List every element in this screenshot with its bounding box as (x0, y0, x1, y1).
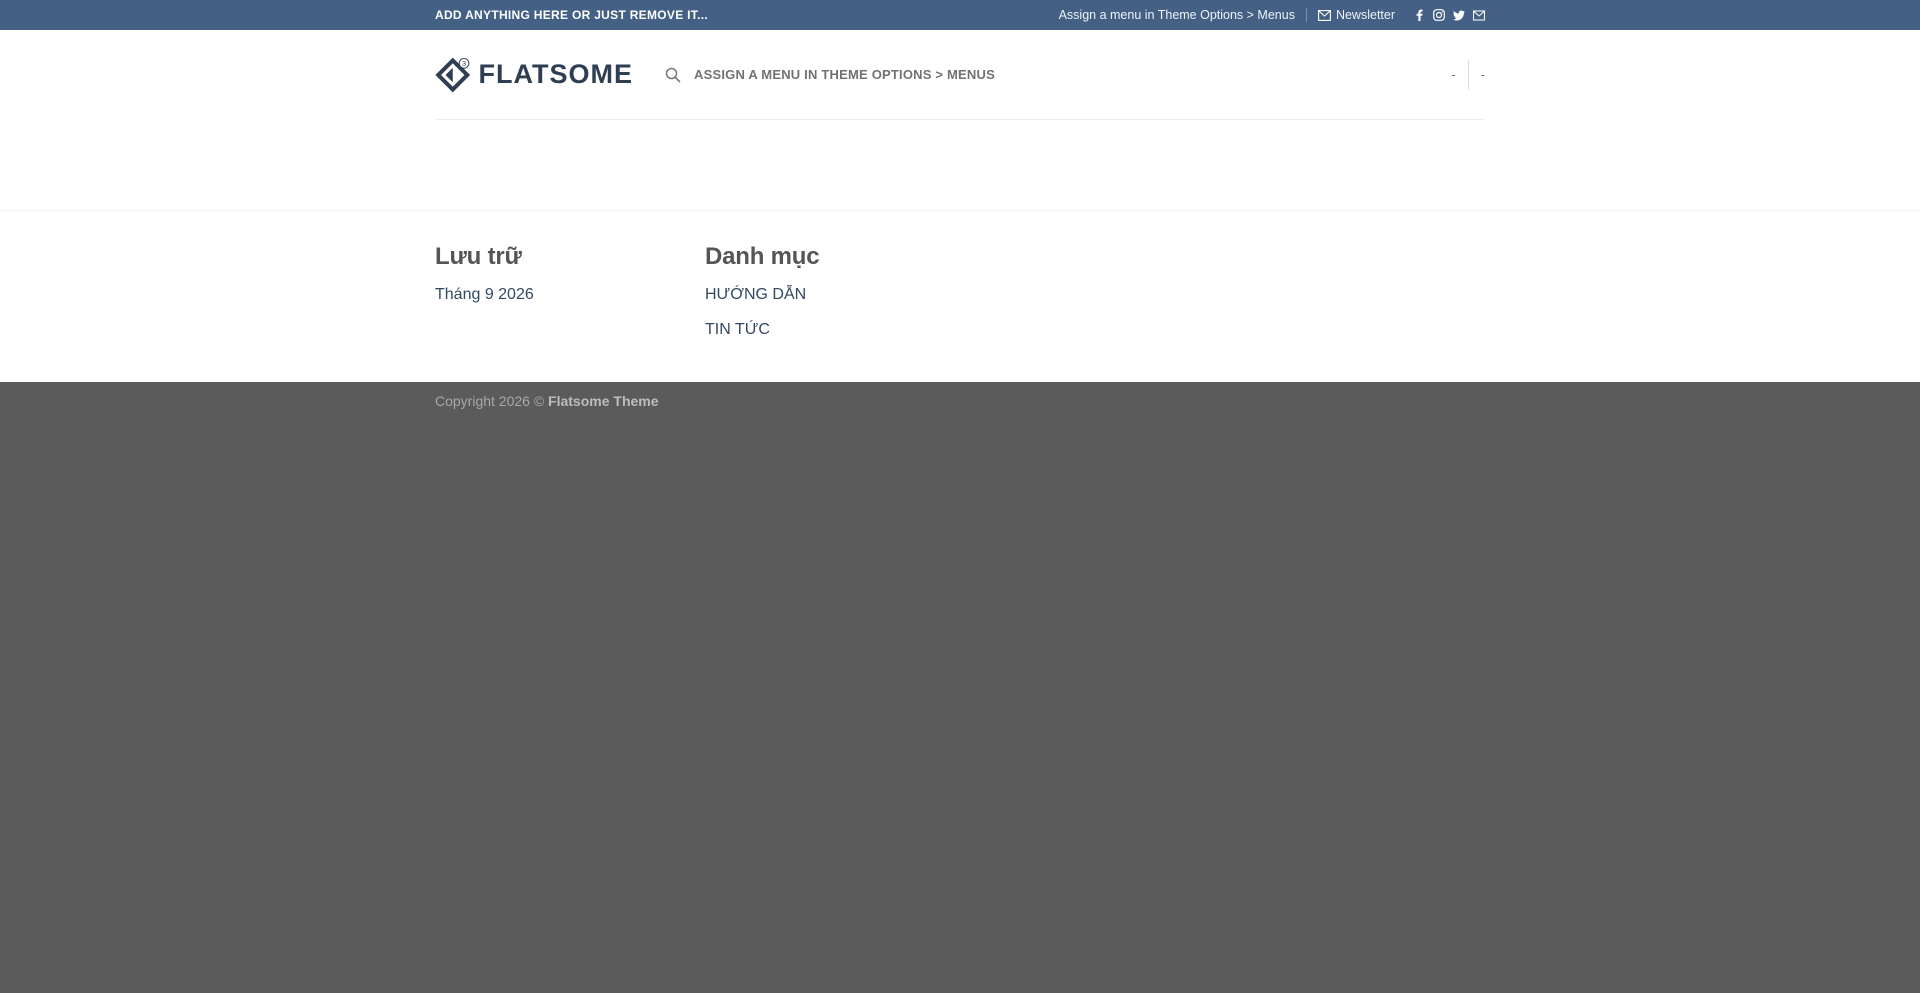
top-menu-link[interactable]: Assign a menu in Theme Options > Menus (1059, 8, 1295, 22)
header-right-item-2[interactable]: - (1469, 67, 1485, 82)
archive-link[interactable]: Tháng 9 2026 (435, 285, 534, 320)
top-divider (1305, 8, 1307, 22)
archive-title: Lưu trữ (435, 243, 522, 270)
site-header: 3 FLATSOME ASSIGN A MENU IN THEME OPTION… (0, 30, 1920, 210)
email-icon[interactable] (1473, 9, 1485, 21)
main-nav-item[interactable]: ASSIGN A MENU IN THEME OPTIONS > MENUS (694, 67, 995, 82)
category-widget: Danh mục HƯỚNG DẪN TIN TỨC (705, 211, 820, 355)
logo-text: FLATSOME (478, 59, 633, 89)
envelope-icon (1318, 9, 1331, 21)
instagram-icon[interactable] (1433, 9, 1445, 21)
category-link-guides[interactable]: HƯỚNG DẪN (705, 285, 819, 320)
newsletter-label: Newsletter (1335, 8, 1395, 22)
newsletter-link[interactable]: Newsletter (1318, 8, 1395, 22)
header-right-nav: - - (1439, 59, 1485, 90)
category-title: Danh mục (705, 243, 820, 270)
twitter-icon[interactable] (1453, 9, 1465, 21)
copyright-brand-link[interactable]: Flatsome Theme (548, 393, 658, 409)
archive-widget: Lưu trữ Tháng 9 2026 (435, 211, 534, 320)
search-icon[interactable] (665, 67, 681, 83)
top-bar-right: Assign a menu in Theme Options > Menus N… (1059, 8, 1485, 22)
category-link-news[interactable]: TIN TỨC (705, 320, 819, 355)
svg-text:3: 3 (462, 59, 466, 68)
site-logo[interactable]: 3 FLATSOME (435, 53, 633, 97)
facebook-icon[interactable] (1413, 9, 1425, 21)
copyright-prefix: Copyright 2026 © (435, 393, 545, 409)
top-bar-message: ADD ANYTHING HERE OR JUST REMOVE IT... (435, 8, 708, 22)
social-icons (1413, 9, 1485, 21)
flatsome-logo-mark: 3 (435, 57, 471, 92)
copyright-text: Copyright 2026 © Flatsome Theme (435, 393, 1485, 409)
footer-widgets: Lưu trữ Tháng 9 2026 Danh mục HƯỚNG DẪN … (0, 210, 1920, 382)
top-bar: ADD ANYTHING HERE OR JUST REMOVE IT... A… (0, 0, 1920, 30)
header-right-item-1[interactable]: - (1439, 67, 1467, 82)
